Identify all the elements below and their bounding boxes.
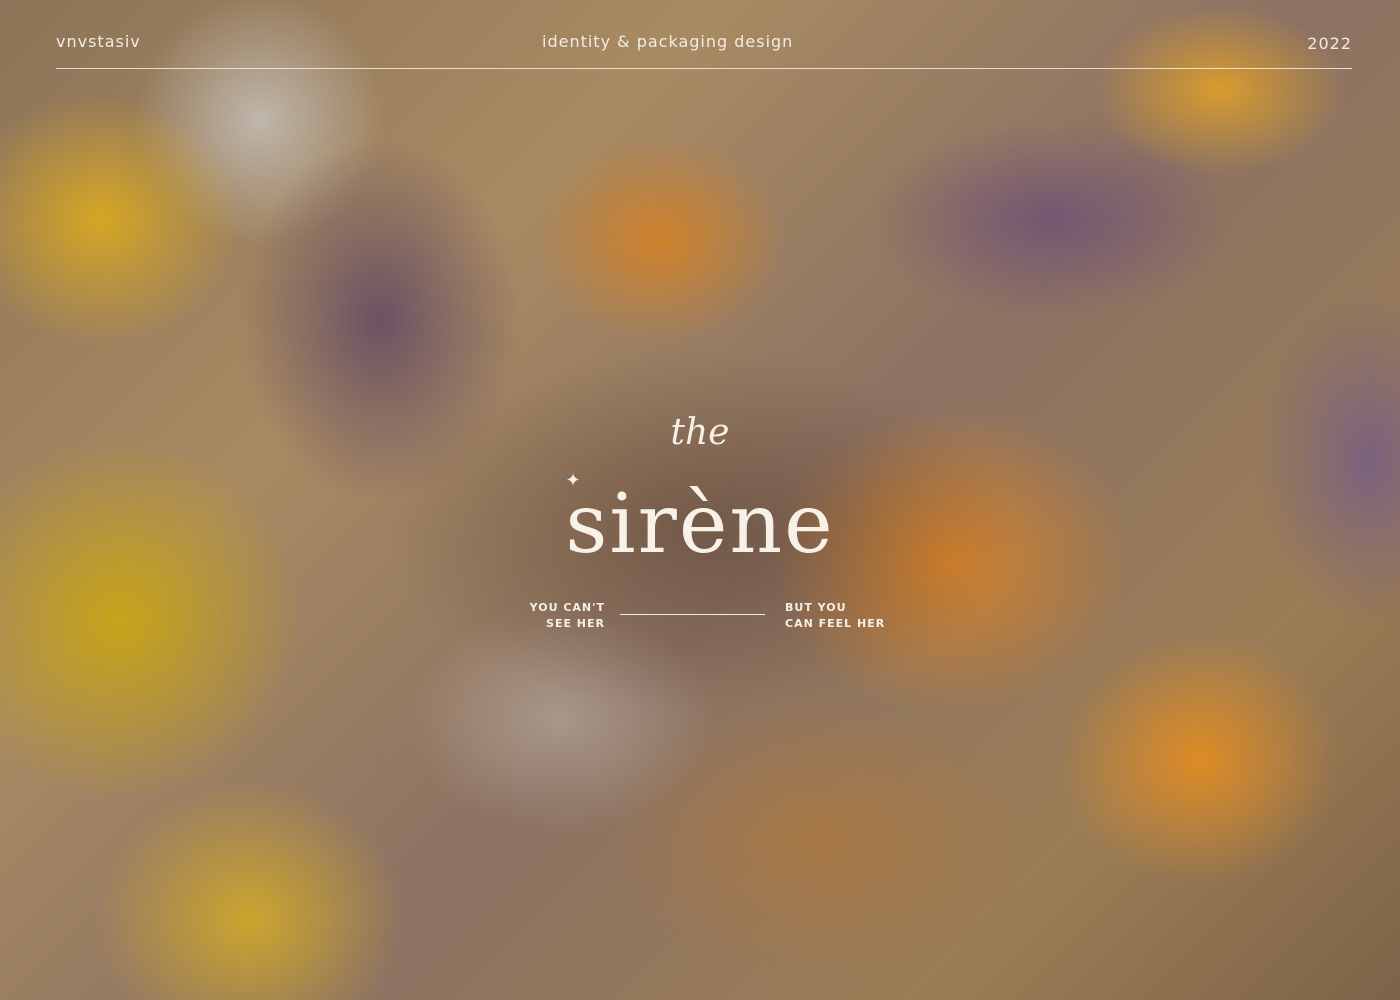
tagline-left: YOU CAN'T SEE HER: [505, 600, 605, 632]
tagline-right-line2: CAN FEEL HER: [785, 617, 886, 630]
tagline-right-line1: BUT YOU: [785, 601, 847, 614]
tagline-left-line2: SEE HER: [546, 617, 605, 630]
tagline-right: BUT YOU CAN FEEL HER: [785, 600, 895, 632]
author-name: vnvstasiv: [56, 32, 141, 51]
logo-article: the: [670, 412, 730, 453]
tagline-divider: [620, 614, 765, 615]
top-divider: [56, 68, 1352, 69]
brand-wordmark: sirène: [565, 477, 835, 572]
top-bar: vnvstasiv identity & packaging design 20…: [56, 30, 1352, 70]
year: 2022: [1307, 34, 1352, 53]
tagline-left-line1: YOU CAN'T: [529, 601, 605, 614]
project-type: identity & packaging design: [542, 32, 794, 51]
